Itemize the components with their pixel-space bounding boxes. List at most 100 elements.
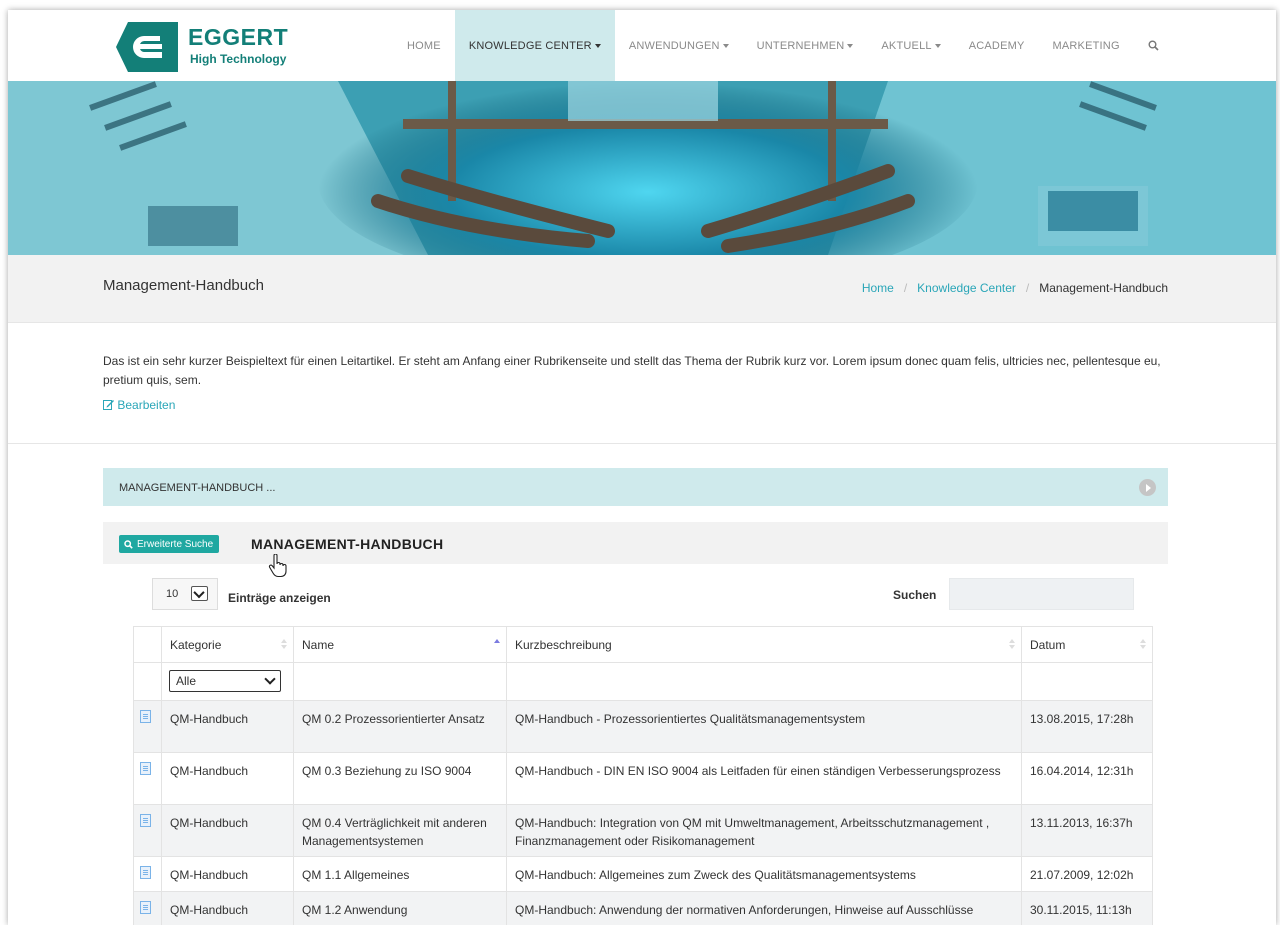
- page-length-label: Einträge anzeigen: [228, 591, 331, 605]
- cell-name[interactable]: QM 0.2 Prozessorientierter Ansatz: [293, 700, 507, 753]
- cell-datum: 21.07.2009, 12:02h: [1021, 856, 1153, 892]
- column-header-datum[interactable]: Datum: [1021, 626, 1153, 663]
- cell-datum: 13.11.2013, 16:37h: [1021, 804, 1153, 857]
- column-label: Kategorie: [170, 638, 222, 652]
- table-row[interactable]: QM-Handbuch QM 0.3 Beziehung zu ISO 9004…: [133, 752, 1153, 805]
- page-title-bar: Management-Handbuch Home / Knowledge Cen…: [8, 255, 1276, 323]
- cell-kategorie: QM-Handbuch: [161, 752, 294, 805]
- hand-cursor-icon: [268, 554, 287, 578]
- nav-home-label: HOME: [407, 39, 441, 52]
- cell-kurzbeschreibung: QM-Handbuch - DIN EN ISO 9004 als Leitfa…: [506, 752, 1022, 805]
- nav-marketing[interactable]: MARKETING: [1039, 10, 1134, 81]
- nav-anwendungen[interactable]: ANWENDUNGEN: [615, 10, 743, 81]
- cell-kategorie: QM-Handbuch: [161, 856, 294, 892]
- table-header-row: Kategorie Name Kurzbeschreibung Datum: [133, 626, 1153, 663]
- nav-home[interactable]: HOME: [393, 10, 455, 81]
- table-row[interactable]: QM-Handbuch QM 0.2 Prozessorientierter A…: [133, 700, 1153, 753]
- cell-name[interactable]: QM 1.1 Allgemeines: [293, 856, 507, 892]
- cell-kategorie: QM-Handbuch: [161, 804, 294, 857]
- category-filter-select[interactable]: Alle: [169, 670, 281, 692]
- sort-ascending-icon: [494, 639, 500, 649]
- cell-kategorie: QM-Handbuch: [161, 891, 294, 925]
- sort-icon: [1009, 639, 1015, 649]
- vacuum-chamber-photo: [8, 81, 1276, 255]
- cell-kategorie: QM-Handbuch: [161, 700, 294, 753]
- filter-cell: Alle: [161, 662, 294, 701]
- cell-kurzbeschreibung: QM-Handbuch: Allgemeines zum Zweck des Q…: [506, 856, 1022, 892]
- search-label: Suchen: [893, 588, 937, 602]
- breadcrumb: Home / Knowledge Center / Management-Han…: [862, 281, 1168, 295]
- document-icon: [140, 901, 151, 914]
- hero-banner-image: [8, 81, 1276, 255]
- nav-unternehmen[interactable]: UNTERNEHMEN: [743, 10, 868, 81]
- cell-datum: 13.08.2015, 17:28h: [1021, 700, 1153, 753]
- column-label: Datum: [1030, 638, 1066, 652]
- table-row[interactable]: QM-Handbuch QM 1.1 Allgemeines QM-Handbu…: [133, 856, 1153, 892]
- cell-kurzbeschreibung: QM-Handbuch - Prozessorientiertes Qualit…: [506, 700, 1022, 753]
- expand-arrow-icon[interactable]: [1139, 479, 1156, 496]
- page-length-value: 10: [166, 588, 179, 600]
- main-menu: HOME KNOWLEDGE CENTER ANWENDUNGEN UNTERN…: [393, 10, 1174, 81]
- document-icon: [140, 866, 151, 879]
- intro-text: Das ist ein sehr kurzer Beispieltext für…: [103, 354, 1161, 387]
- breadcrumb-knowledge-center[interactable]: Knowledge Center: [917, 281, 1016, 295]
- nav-knowledge-center[interactable]: KNOWLEDGE CENTER: [454, 10, 615, 81]
- edit-link-label: Bearbeiten: [117, 398, 176, 412]
- filter-row: Alle: [133, 662, 1153, 701]
- column-label: Name: [302, 638, 335, 652]
- collapsible-panel-header[interactable]: MANAGEMENT-HANDBUCH ...: [103, 468, 1168, 506]
- nav-academy-label: ACADEMY: [968, 39, 1025, 52]
- caret-down-icon: [594, 43, 601, 48]
- filter-cell: [506, 662, 1022, 701]
- cell-name[interactable]: QM 0.3 Beziehung zu ISO 9004: [293, 752, 507, 805]
- row-icon-cell: [133, 856, 162, 892]
- panel-title: MANAGEMENT-HANDBUCH ...: [119, 482, 276, 494]
- listing-title: MANAGEMENT-HANDBUCH: [251, 536, 444, 552]
- breadcrumb-current: Management-Handbuch: [1039, 281, 1168, 295]
- cell-name[interactable]: QM 1.2 Anwendung: [293, 891, 507, 925]
- page-title: Management-Handbuch: [103, 277, 264, 294]
- advanced-search-label: Erweiterte Suche: [137, 538, 214, 550]
- document-icon: [140, 710, 151, 723]
- row-icon-cell: [133, 752, 162, 805]
- sort-icon: [281, 639, 287, 649]
- brand-logo[interactable]: EGGERT High Technology: [116, 20, 296, 72]
- edit-link[interactable]: Bearbeiten: [103, 398, 175, 412]
- nav-unternehmen-label: UNTERNEHMEN: [756, 39, 845, 52]
- nav-aktuell-label: AKTUELL: [881, 39, 932, 52]
- nav-academy[interactable]: ACADEMY: [955, 10, 1039, 81]
- browser-page: EGGERT High Technology HOME KNOWLEDGE CE…: [8, 10, 1276, 925]
- brand-tagline: High Technology: [190, 52, 287, 66]
- nav-search-button[interactable]: [1134, 10, 1174, 81]
- page-length-select[interactable]: 10: [152, 578, 218, 610]
- column-header-name[interactable]: Name: [293, 626, 507, 663]
- column-header-kategorie[interactable]: Kategorie: [161, 626, 294, 663]
- search-icon: [1148, 40, 1159, 51]
- section-divider: [8, 443, 1276, 444]
- column-header-kurzbeschreibung[interactable]: Kurzbeschreibung: [506, 626, 1022, 663]
- documents-table: Kategorie Name Kurzbeschreibung Datum Al…: [133, 626, 1153, 925]
- table-row[interactable]: QM-Handbuch QM 0.4 Verträglichkeit mit a…: [133, 804, 1153, 857]
- icon-column-header: [133, 626, 162, 663]
- document-icon: [140, 814, 151, 827]
- breadcrumb-home[interactable]: Home: [862, 281, 894, 295]
- row-icon-cell: [133, 700, 162, 753]
- cell-kurzbeschreibung: QM-Handbuch: Integration von QM mit Umwe…: [506, 804, 1022, 857]
- sort-icon: [1140, 639, 1146, 649]
- listing-header: Erweiterte Suche MANAGEMENT-HANDBUCH: [103, 522, 1168, 564]
- cell-kurzbeschreibung: QM-Handbuch: Anwendung der normativen An…: [506, 891, 1022, 925]
- advanced-search-button[interactable]: Erweiterte Suche: [119, 535, 220, 553]
- nav-marketing-label: MARKETING: [1052, 39, 1120, 52]
- nav-aktuell[interactable]: AKTUELL: [867, 10, 954, 81]
- breadcrumb-separator: /: [1025, 281, 1030, 295]
- cell-name[interactable]: QM 0.4 Verträglichkeit mit anderen Manag…: [293, 804, 507, 857]
- column-label: Kurzbeschreibung: [515, 638, 612, 652]
- edit-icon: [103, 400, 114, 410]
- table-row[interactable]: QM-Handbuch QM 1.2 Anwendung QM-Handbuch…: [133, 891, 1153, 925]
- document-listing: Erweiterte Suche MANAGEMENT-HANDBUCH 10 …: [103, 522, 1168, 925]
- caret-down-icon: [934, 43, 941, 48]
- caret-down-icon: [847, 43, 854, 48]
- table-search-input[interactable]: [949, 578, 1134, 610]
- nav-knowledge-center-label: KNOWLEDGE CENTER: [468, 39, 592, 52]
- breadcrumb-separator: /: [903, 281, 908, 295]
